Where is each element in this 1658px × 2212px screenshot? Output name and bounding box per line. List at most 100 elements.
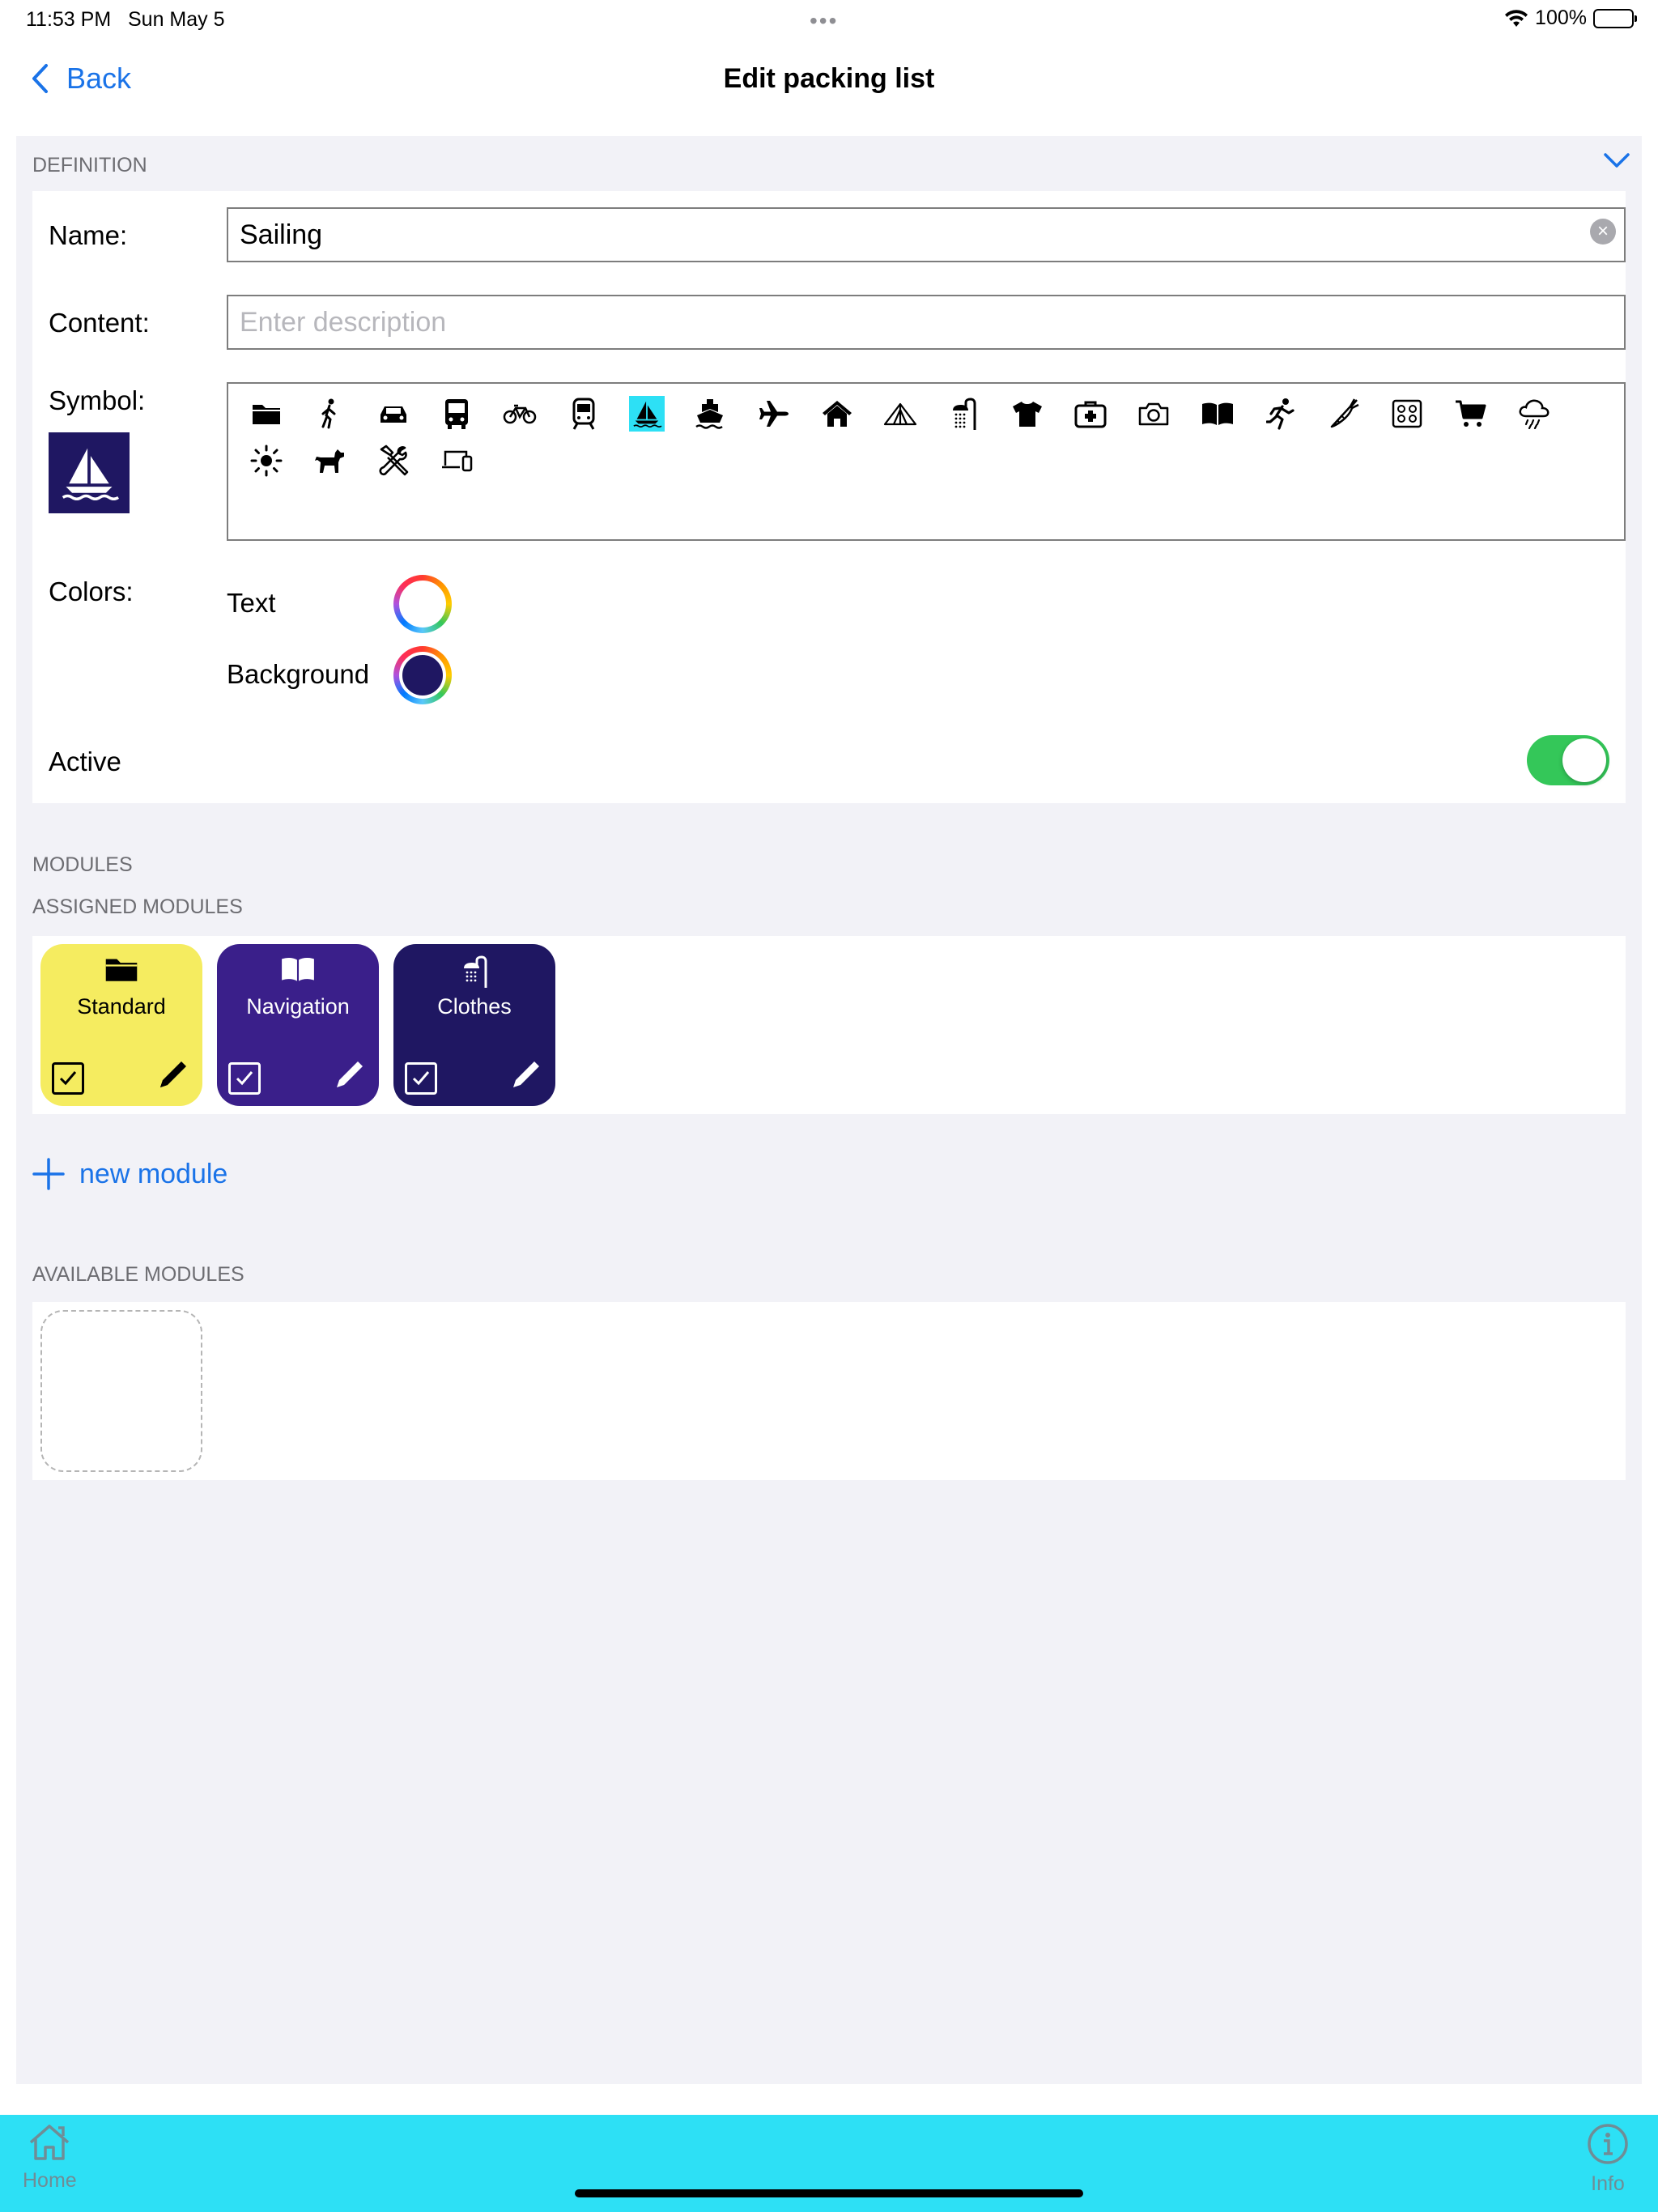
status-right: 100% bbox=[1504, 6, 1637, 30]
checkmark-icon bbox=[59, 1071, 77, 1086]
house-icon bbox=[822, 401, 852, 427]
wifi-icon bbox=[1505, 9, 1528, 27]
symbol-sailboat[interactable] bbox=[615, 390, 678, 437]
symbol-rain[interactable] bbox=[1503, 390, 1566, 437]
sun-icon bbox=[250, 445, 283, 477]
content-placeholder: Enter description bbox=[240, 307, 447, 338]
symbol-house[interactable] bbox=[806, 390, 869, 437]
module-checkbox[interactable] bbox=[228, 1062, 261, 1095]
cart-icon bbox=[1455, 400, 1486, 427]
symbol-first-aid[interactable] bbox=[1059, 390, 1122, 437]
module-checkbox[interactable] bbox=[52, 1062, 84, 1095]
available-modules-card[interactable] bbox=[32, 1302, 1626, 1480]
status-time: 11:53 PM Sun May 5 bbox=[26, 8, 225, 31]
symbol-folder[interactable] bbox=[235, 390, 298, 437]
symbol-tools[interactable] bbox=[362, 437, 425, 484]
new-module-button[interactable]: new module bbox=[32, 1158, 227, 1190]
multitasking-dots[interactable]: ••• bbox=[810, 8, 838, 34]
active-label: Active bbox=[49, 747, 121, 776]
module-edit-button[interactable] bbox=[332, 1057, 368, 1096]
text-color-label: Text bbox=[227, 588, 276, 618]
symbol-preview bbox=[49, 432, 130, 513]
tab-home-label: Home bbox=[23, 2169, 77, 2192]
clear-text-button[interactable]: × bbox=[1590, 219, 1616, 245]
assigned-modules-card: Standard Navigation Clothes bbox=[32, 936, 1626, 1114]
background-color-well[interactable] bbox=[393, 646, 452, 704]
car-icon bbox=[380, 406, 406, 423]
symbol-camera[interactable] bbox=[1122, 390, 1185, 437]
pencil-icon bbox=[160, 1061, 186, 1087]
symbol-sun[interactable] bbox=[235, 437, 298, 484]
bicycle-icon bbox=[504, 404, 537, 424]
module-edit-button[interactable] bbox=[508, 1057, 544, 1096]
checkmark-icon bbox=[412, 1071, 430, 1086]
symbol-dog[interactable] bbox=[298, 437, 361, 484]
pencil-icon bbox=[513, 1061, 539, 1087]
symbol-tent[interactable] bbox=[869, 390, 932, 437]
devices-icon bbox=[442, 450, 473, 472]
symbol-cart[interactable] bbox=[1439, 390, 1503, 437]
symbol-walking[interactable] bbox=[298, 390, 361, 437]
pencil-icon bbox=[337, 1061, 363, 1087]
stove-icon bbox=[1392, 399, 1422, 428]
module-edit-button[interactable] bbox=[155, 1057, 191, 1096]
tab-home[interactable]: Home bbox=[23, 2123, 77, 2193]
symbol-bicycle[interactable] bbox=[488, 390, 551, 437]
tab-info[interactable]: Info bbox=[1587, 2123, 1629, 2196]
active-toggle[interactable] bbox=[1527, 735, 1609, 785]
bus-icon bbox=[445, 399, 469, 429]
rain-icon bbox=[1519, 399, 1550, 429]
module-drop-slot[interactable] bbox=[40, 1310, 202, 1472]
module-label: Clothes bbox=[437, 994, 512, 1019]
module-tile-standard[interactable]: Standard bbox=[40, 944, 202, 1106]
battery-icon bbox=[1593, 8, 1637, 28]
first-aid-icon bbox=[1074, 401, 1107, 428]
dog-icon bbox=[315, 449, 345, 473]
background-color-label: Background bbox=[227, 659, 370, 689]
symbol-devices[interactable] bbox=[425, 437, 488, 484]
symbol-running[interactable] bbox=[1249, 390, 1312, 437]
camera-icon bbox=[1139, 402, 1169, 426]
sailboat-icon bbox=[62, 448, 120, 501]
house-icon bbox=[30, 2125, 70, 2160]
sailboat-icon bbox=[633, 401, 662, 428]
symbol-stove[interactable] bbox=[1375, 390, 1439, 437]
home-indicator bbox=[575, 2189, 1083, 2197]
status-bar: 11:53 PM Sun May 5 ••• 100% bbox=[0, 0, 1658, 39]
shower-icon bbox=[953, 398, 976, 430]
book-icon bbox=[1201, 402, 1233, 425]
page-title: Edit packing list bbox=[723, 63, 935, 94]
symbol-tshirt[interactable] bbox=[996, 390, 1059, 437]
symbol-airplane[interactable] bbox=[742, 390, 805, 437]
text-color-well[interactable] bbox=[393, 575, 452, 633]
navigation-bar: Back Edit packing list bbox=[0, 39, 1658, 136]
tab-info-label: Info bbox=[1591, 2172, 1625, 2195]
symbol-shower[interactable] bbox=[932, 390, 995, 437]
content-field[interactable]: Enter description bbox=[227, 295, 1626, 350]
symbol-label: Symbol: bbox=[49, 385, 146, 415]
module-tile-navigation[interactable]: Navigation bbox=[217, 944, 379, 1106]
symbol-car[interactable] bbox=[362, 390, 425, 437]
module-label: Standard bbox=[77, 994, 166, 1019]
collapse-button[interactable] bbox=[1603, 152, 1630, 172]
symbol-book[interactable] bbox=[1185, 390, 1248, 437]
info-icon bbox=[1588, 2124, 1628, 2164]
symbol-carrot[interactable] bbox=[1312, 390, 1375, 437]
checkmark-icon bbox=[236, 1071, 253, 1086]
assigned-modules-header: ASSIGNED MODULES bbox=[32, 895, 243, 918]
symbol-ship[interactable] bbox=[678, 390, 742, 437]
airplane-icon bbox=[759, 401, 789, 427]
symbol-picker[interactable] bbox=[227, 382, 1626, 541]
symbol-train[interactable] bbox=[551, 390, 614, 437]
symbol-bus[interactable] bbox=[425, 390, 488, 437]
definition-card: Name: Sailing × Content: Enter descripti… bbox=[32, 191, 1626, 803]
book-icon bbox=[282, 957, 314, 981]
chevron-down-icon bbox=[1604, 153, 1630, 168]
main-content[interactable]: DEFINITION Name: Sailing × Content: Ente… bbox=[16, 136, 1642, 2084]
name-value: Sailing bbox=[240, 219, 323, 250]
module-checkbox[interactable] bbox=[405, 1062, 437, 1095]
available-modules-header: AVAILABLE MODULES bbox=[32, 1263, 244, 1286]
module-tile-clothes[interactable]: Clothes bbox=[393, 944, 555, 1106]
name-field[interactable]: Sailing × bbox=[227, 207, 1626, 262]
tent-icon bbox=[884, 402, 917, 426]
